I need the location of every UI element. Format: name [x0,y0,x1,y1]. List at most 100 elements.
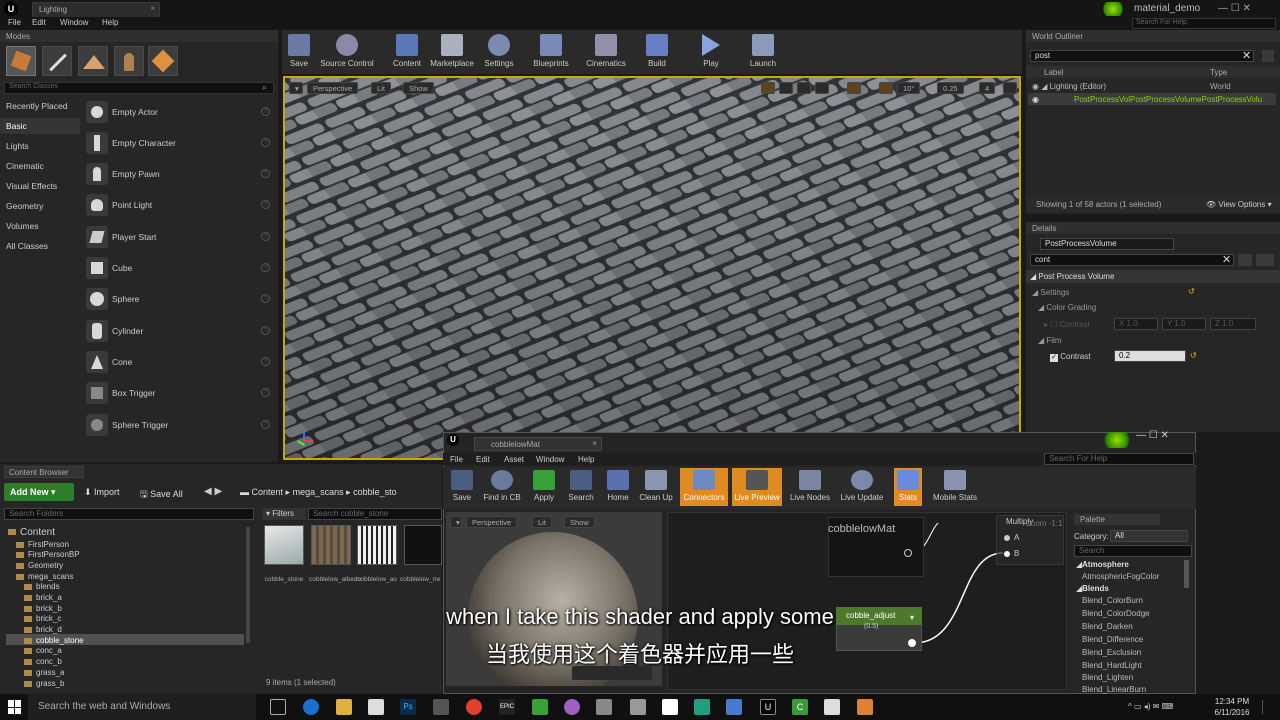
lit-button[interactable]: Lit [371,82,391,94]
help-icon[interactable]: ? [261,326,270,335]
live-preview-button[interactable]: Live Preview [732,468,782,506]
foliage-mode-button[interactable] [114,46,144,76]
source-control-button[interactable]: Source Control [318,34,376,68]
mat-menu-window[interactable]: Window [536,455,564,464]
save-all-button[interactable]: 🖫 Save All [140,487,183,503]
search-assets-input[interactable]: Search cobble_stone [308,508,442,520]
level-tab[interactable]: Lighting × [32,2,160,17]
settings-category[interactable]: ◢ Settings [1032,288,1069,297]
tree-blends[interactable]: blends [24,582,60,591]
history-arrows[interactable]: ◀ ▶ [204,486,222,497]
film-category[interactable]: ◢ Film [1038,336,1061,345]
tree-geometry[interactable]: Geometry [16,561,63,570]
tree-firstperson[interactable]: FirstPerson [16,540,69,549]
menu-file[interactable]: File [8,18,21,27]
close-icon[interactable]: × [150,4,155,13]
place-item-cylinder[interactable]: Cylinder? [84,318,274,346]
tree-grass-a[interactable]: grass_a [24,668,64,677]
menu-window[interactable]: Window [60,18,88,27]
post-process-volume-section[interactable]: ◢ Post Process Volume [1030,272,1114,281]
node-output-pin[interactable] [904,549,912,557]
angle-snap-icon[interactable] [879,82,893,94]
search-classes-input[interactable]: Search Classes [4,82,274,94]
clear-search-icon[interactable]: ✕ [1222,253,1231,266]
contrast-x-input[interactable]: X 1.0 [1114,318,1158,330]
palette-scrollbar[interactable] [1184,560,1189,588]
film-contrast-input[interactable]: 0.2 [1114,350,1186,362]
paint-mode-button[interactable] [42,46,72,76]
cinematics-button[interactable]: Cinematics [584,34,628,68]
help-icon[interactable]: ? [261,138,270,147]
help-search-input[interactable]: Search For Help [1132,18,1276,29]
place-item-box-trigger[interactable]: Box Trigger? [84,380,274,408]
film-contrast-checkbox[interactable]: ✓ [1050,354,1058,362]
place-item-point-light[interactable]: Point Light? [84,192,274,220]
category-cinematic[interactable]: Cinematic [6,161,44,171]
unreal-taskbar-icon[interactable]: U [760,699,776,715]
breadcrumb[interactable]: ▬ Content ▸ mega_scans ▸ cobble_sto [240,487,397,498]
add-new-button[interactable]: Add New ▾ [4,483,74,501]
mat-menu-help[interactable]: Help [578,455,594,464]
app-icon[interactable] [433,699,449,715]
clean-up-button[interactable]: Clean Up [636,468,676,506]
filters-button[interactable]: ▾ Filters [262,508,306,520]
app-icon[interactable] [630,699,646,715]
landscape-mode-button[interactable] [78,46,108,76]
breadcrumb-mega-scans[interactable]: mega_scans [293,487,344,497]
marketplace-button[interactable]: Marketplace [428,34,476,68]
mat-menu-file[interactable]: File [450,455,463,464]
mat-help-search-input[interactable]: Search For Help [1044,453,1194,465]
outliner-search-input[interactable]: post [1030,50,1254,62]
palette-item[interactable]: Blend_Lighten [1082,673,1133,682]
clock-date[interactable]: 6/11/2016 [1208,708,1256,717]
outliner-row-world[interactable]: ◉ ◢ Lighting (Editor) [1032,82,1106,91]
scale-snap-value[interactable]: 0.25 [937,82,964,94]
place-item-empty-character[interactable]: Empty Character? [84,130,274,158]
palette-item[interactable]: Blend_LinearBurn [1082,685,1146,694]
help-icon[interactable]: ? [261,388,270,397]
help-icon[interactable]: ? [261,232,270,241]
play-button[interactable]: Play [698,34,724,68]
app-icon[interactable]: C [792,699,808,715]
app-icon[interactable] [857,699,873,715]
app-icon[interactable] [694,699,710,715]
show-button[interactable]: Show [403,82,434,94]
taskbar-search-input[interactable]: Search the web and Windows [28,694,256,720]
settings-button[interactable]: Settings [482,34,516,68]
preview-options-button[interactable]: ▾ [450,516,462,528]
perspective-button[interactable]: Perspective [307,82,359,94]
reset-to-default-icon[interactable]: ↺ [1188,287,1195,296]
menu-help[interactable]: Help [102,18,118,27]
epic-launcher-icon[interactable]: EPIC [499,699,515,715]
mobile-stats-button[interactable]: Mobile Stats [930,468,980,506]
photos-icon[interactable] [596,699,612,715]
window-controls[interactable]: — ☐ ✕ [1218,3,1251,14]
transform-mode-icon[interactable] [761,82,775,94]
source-control-status-icon[interactable] [1100,2,1126,16]
app-icon[interactable] [824,699,840,715]
place-item-cube[interactable]: Cube? [84,255,274,283]
place-item-sphere[interactable]: Sphere? [84,286,274,314]
eye-icon[interactable] [1256,254,1274,266]
breadcrumb-cobble-stone[interactable]: cobble_sto [353,487,397,497]
place-mode-button[interactable] [6,46,36,76]
preview-perspective-button[interactable]: Perspective [466,516,518,528]
category-volumes[interactable]: Volumes [6,221,39,231]
photoshop-icon[interactable]: Ps [400,699,416,715]
outliner-settings-icon[interactable] [1262,50,1274,62]
app-icon[interactable] [662,699,678,715]
place-item-empty-pawn[interactable]: Empty Pawn? [84,161,274,189]
column-type[interactable]: Type [1210,68,1227,77]
material-tab[interactable]: cobblelowMat × [474,437,602,451]
eye-icon[interactable]: ◉ [1032,82,1039,91]
place-item-player-start[interactable]: Player Start? [84,224,274,252]
clock-time[interactable]: 12:34 PM [1208,697,1256,706]
find-in-cb-button[interactable]: Find in CB [481,468,523,506]
asset-cobble-stone[interactable] [264,525,304,565]
home-button[interactable]: Home [602,468,634,506]
view-options-button[interactable]: 👁 View Options ▾ [1206,200,1272,209]
app-icon[interactable] [532,699,548,715]
details-search-input[interactable]: cont [1030,254,1234,266]
tree-content[interactable]: Content [8,527,55,538]
search-folders-input[interactable]: Search Folders [4,508,254,520]
